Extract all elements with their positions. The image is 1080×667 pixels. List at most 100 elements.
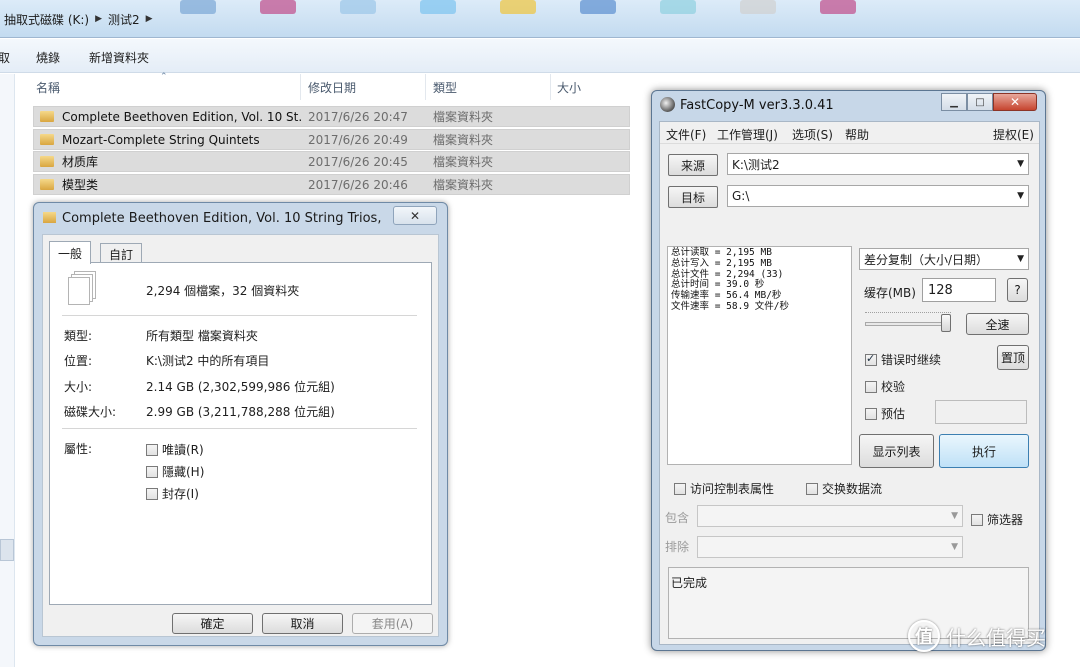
continue-on-error-checkbox[interactable]: 错误时继续 (865, 351, 941, 368)
breadcrumb-drive[interactable]: 抽取式磁碟 (K:) (4, 11, 89, 28)
file-type: 檔案資料夾 (433, 178, 494, 192)
include-filter-combo[interactable]: ▼ (697, 505, 963, 527)
filter-checkbox[interactable]: 筛选器 (971, 511, 1023, 528)
copy-mode-value: 差分复制（大小/日期） (864, 252, 989, 267)
column-header-date[interactable]: 修改日期 (308, 74, 426, 100)
column-type-label: 類型 (433, 80, 458, 95)
source-button[interactable]: 来源 (668, 154, 718, 176)
column-header-size[interactable]: 大小 (557, 74, 647, 100)
exclude-filter-combo[interactable]: ▼ (697, 536, 963, 558)
breadcrumb[interactable]: 抽取式磁碟 (K:) ▶ 测试2 ▶ (4, 10, 153, 28)
source-combo[interactable]: K:\测试2 ▼ (727, 153, 1029, 175)
nav-scrollbar-thumb[interactable] (0, 539, 14, 561)
tab-custom-label: 自訂 (109, 247, 134, 262)
cancel-button[interactable]: 取消 (262, 613, 343, 634)
copy-mode-select[interactable]: 差分复制（大小/日期） ▼ (859, 248, 1029, 270)
dropdown-arrow-icon[interactable]: ▼ (951, 542, 958, 552)
ok-button[interactable]: 確定 (172, 613, 253, 634)
dropdown-arrow-icon[interactable]: ▼ (951, 511, 958, 521)
maximize-icon[interactable]: □ (967, 93, 993, 111)
show-list-button[interactable]: 显示列表 (859, 434, 934, 468)
fastcopy-logo-icon (660, 97, 675, 112)
chevron-right-icon[interactable]: ▶ (146, 14, 153, 24)
location-value: K:\测试2 中的所有項目 (146, 354, 270, 368)
disk-size-label: 磁碟大小: (64, 405, 117, 419)
watermark-text: 什么值得买 (946, 625, 1046, 650)
menu-admin[interactable]: 提权(E) (993, 126, 1034, 143)
folder-icon (40, 179, 54, 190)
close-button[interactable]: ✕ (393, 206, 437, 225)
close-icon[interactable]: ✕ (993, 93, 1037, 111)
tab-custom[interactable]: 自訂 (100, 243, 143, 264)
file-row[interactable]: Mozart-Complete String Quintets 2017/6/2… (33, 129, 630, 150)
dropdown-arrow-icon[interactable]: ▼ (1017, 254, 1024, 264)
general-tab-panel: 2,294 個檔案，32 個資料夾 類型: 所有類型 檔案資料夾 位置: K:\… (49, 262, 432, 605)
toolbar-item-clipped[interactable]: 取 (0, 49, 10, 66)
checkbox-box[interactable] (865, 380, 877, 393)
file-row[interactable]: 模型类 2017/6/26 20:46 檔案資料夾 (33, 174, 630, 195)
alt-stream-label: 交换数据流 (822, 482, 883, 496)
readonly-label: 唯讀(R) (162, 443, 204, 457)
chevron-right-icon[interactable]: ▶ (95, 14, 102, 24)
checkbox-box[interactable] (806, 482, 818, 495)
menu-file[interactable]: 文件(F) (666, 126, 706, 143)
checkbox-box[interactable] (865, 407, 877, 420)
close-icon: ✕ (409, 208, 421, 223)
acl-checkbox[interactable]: 访问控制表属性 (674, 480, 774, 497)
always-on-top-button[interactable]: 置顶 (997, 345, 1029, 370)
show-list-label: 显示列表 (872, 444, 921, 459)
destination-path: G:\ (732, 189, 750, 203)
fastcopy-title: FastCopy-M ver3.3.0.41 (680, 98, 834, 113)
destination-button[interactable]: 目标 (668, 186, 718, 208)
tab-general[interactable]: 一般 (49, 241, 92, 264)
checkbox-box[interactable] (146, 443, 158, 456)
speed-slider[interactable] (865, 322, 951, 326)
file-type: 檔案資料夾 (433, 110, 494, 124)
dropdown-arrow-icon[interactable]: ▼ (1017, 159, 1024, 169)
always-on-top-label: 置顶 (1000, 351, 1025, 365)
alt-stream-checkbox[interactable]: 交换数据流 (806, 480, 882, 497)
estimate-checkbox[interactable]: 预估 (865, 405, 905, 422)
folder-icon (43, 212, 56, 223)
destination-combo[interactable]: G:\ ▼ (727, 185, 1029, 207)
burn-button[interactable]: 燒錄 (36, 49, 60, 66)
buffer-label: 缓存(MB) (864, 286, 916, 300)
folder-icon (40, 134, 54, 145)
speed-slider-thumb[interactable] (941, 314, 951, 332)
execute-button[interactable]: 执行 (939, 434, 1029, 468)
column-header-type[interactable]: 類型 (433, 74, 551, 100)
folder-icon (40, 156, 54, 167)
checkbox-box[interactable] (865, 352, 877, 366)
file-name: 材质库 (62, 155, 99, 169)
full-speed-button[interactable]: 全速 (966, 313, 1029, 335)
buffer-input[interactable]: 128 (922, 278, 996, 302)
hidden-label: 隱藏(H) (162, 465, 205, 479)
menu-options[interactable]: 选项(S) (792, 126, 833, 143)
file-type: 檔案資料夾 (433, 133, 494, 147)
apply-button[interactable]: 套用(A) (352, 613, 433, 634)
address-bar: 抽取式磁碟 (K:) ▶ 测试2 ▶ (0, 0, 1080, 38)
ok-label: 確定 (200, 617, 225, 631)
hidden-checkbox[interactable]: 隱藏(H) (146, 463, 204, 480)
file-row[interactable]: 材质库 2017/6/26 20:45 檔案資料夾 (33, 151, 630, 172)
checkbox-box[interactable] (674, 482, 686, 495)
verify-checkbox[interactable]: 校验 (865, 378, 905, 395)
archive-checkbox[interactable]: 封存(I) (146, 485, 199, 502)
properties-body: 一般 自訂 2,294 個檔案，32 個資料夾 類型: 所有類型 檔案資料夾 位… (42, 234, 439, 637)
readonly-checkbox[interactable]: 唯讀(R) (146, 441, 204, 458)
checkbox-box[interactable] (971, 513, 983, 526)
checkbox-box[interactable] (146, 465, 158, 478)
checkbox-box[interactable] (146, 487, 158, 500)
type-label: 類型: (64, 329, 93, 343)
dropdown-arrow-icon[interactable]: ▼ (1017, 191, 1024, 201)
menu-help[interactable]: 帮助 (845, 126, 869, 143)
breadcrumb-folder[interactable]: 测试2 (108, 11, 140, 28)
column-header-name[interactable]: 名稱 (36, 74, 301, 100)
acl-label: 访问控制表属性 (690, 482, 775, 496)
help-button[interactable]: ? (1007, 278, 1028, 302)
file-row[interactable]: Complete Beethoven Edition, Vol. 10 St..… (33, 106, 630, 127)
attributes-label: 屬性: (64, 442, 93, 456)
minimize-icon[interactable]: ▁ (941, 93, 967, 111)
menu-job[interactable]: 工作管理(J) (717, 126, 778, 143)
new-folder-button[interactable]: 新增資料夾 (89, 49, 149, 66)
